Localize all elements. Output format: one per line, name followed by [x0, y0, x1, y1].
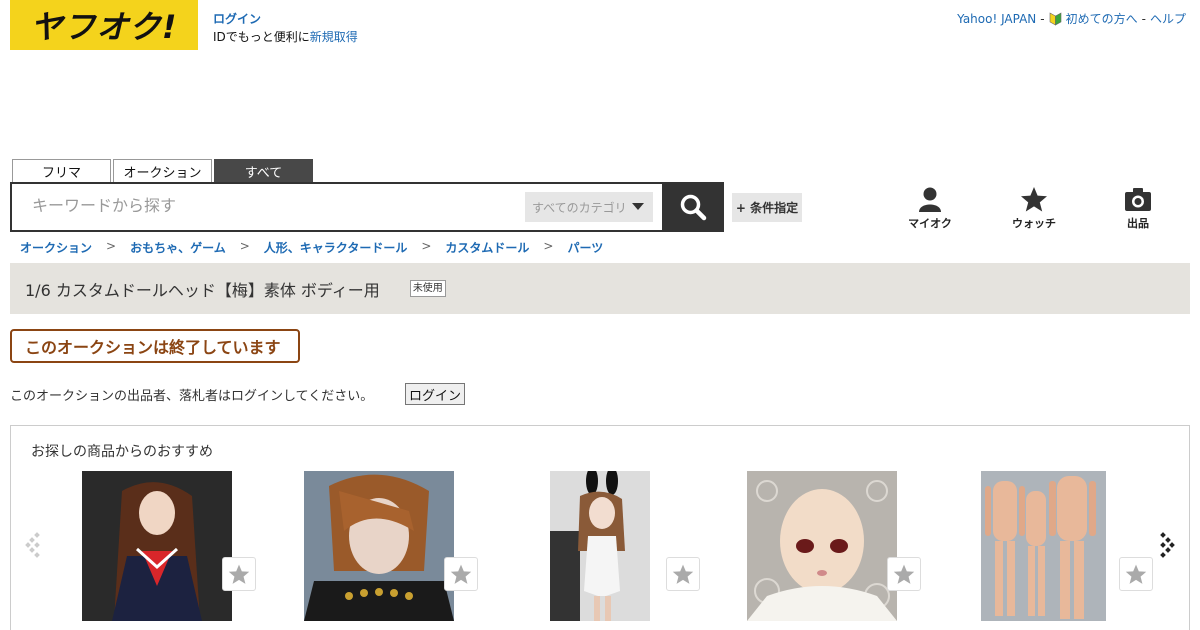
breadcrumb-separator: >	[239, 239, 250, 253]
breadcrumb-separator: >	[106, 239, 117, 253]
beginner-link[interactable]: 初めての方へ	[1066, 10, 1138, 27]
auction-ended-notice: このオークションは終了しています	[10, 329, 300, 363]
carousel-next-icon[interactable]	[1155, 530, 1175, 560]
search-icon	[680, 194, 707, 221]
search-box: すべてのカテゴリ	[10, 182, 664, 232]
watch-star-button[interactable]	[887, 557, 921, 591]
product-image-doll-bunny[interactable]	[550, 471, 650, 621]
login-link[interactable]: ログイン	[213, 10, 358, 28]
tab-auction[interactable]: オークション	[113, 159, 212, 182]
product-image-doll-brown-hair[interactable]	[304, 471, 454, 621]
top-links: Yahoo! JAPAN - 初めての方へ - ヘルプ	[957, 10, 1186, 27]
item-title: 1/6 カスタムドールヘッド【梅】素体 ボディー用	[25, 280, 380, 300]
product-image-doll-head-lace[interactable]	[747, 471, 897, 621]
help-link[interactable]: ヘルプ	[1150, 10, 1186, 27]
breadcrumb-item[interactable]: 人形、キャラクタードール	[264, 239, 408, 256]
watch-star-button[interactable]	[444, 557, 478, 591]
star-icon	[893, 564, 915, 584]
product-image-doll-bodies[interactable]	[981, 471, 1106, 621]
product-image-doll-sailor[interactable]	[82, 471, 232, 621]
breadcrumb-item[interactable]: オークション	[20, 239, 92, 256]
tab-all[interactable]: すべて	[214, 159, 313, 182]
nav-watch-label: ウォッチ	[1012, 217, 1056, 230]
nav-sell-label: 出品	[1127, 217, 1149, 230]
nav-myauc[interactable]: マイオク	[895, 186, 965, 231]
link-separator: -	[1040, 11, 1045, 26]
login-sub: IDでもっと便利に新規取得	[213, 28, 358, 46]
search-input[interactable]	[32, 196, 512, 215]
beginner-mark-icon	[1049, 11, 1061, 26]
condition-button[interactable]: + 条件指定	[732, 193, 802, 222]
breadcrumb-item[interactable]: おもちゃ、ゲーム	[130, 239, 226, 256]
search-button[interactable]	[662, 182, 724, 232]
watch-star-button[interactable]	[666, 557, 700, 591]
watch-star-button[interactable]	[222, 557, 256, 591]
breadcrumb-item[interactable]: カスタムドール	[445, 239, 529, 256]
user-icon	[919, 187, 941, 212]
star-icon	[450, 564, 472, 584]
nav-sell[interactable]: 出品	[1103, 186, 1173, 231]
breadcrumb-item[interactable]: パーツ	[567, 239, 603, 256]
recommendations-title: お探しの商品からのおすすめ	[31, 444, 213, 460]
category-select-label: すべてのカテゴリ	[532, 200, 627, 215]
condition-badge: 未使用	[409, 280, 446, 297]
item-title-bar: 1/6 カスタムドールヘッド【梅】素体 ボディー用 未使用	[10, 263, 1190, 314]
register-link[interactable]: 新規取得	[310, 30, 358, 44]
yafuoku-logo[interactable]: ヤフオク!	[10, 0, 198, 50]
link-separator: -	[1141, 11, 1146, 26]
category-select[interactable]: すべてのカテゴリ	[525, 192, 653, 222]
star-icon	[1125, 564, 1147, 584]
breadcrumb: オークション > おもちゃ、ゲーム > 人形、キャラクタードール > カスタムド…	[20, 239, 603, 256]
logo-text: ヤフオク!	[30, 8, 178, 46]
nav-myauc-label: マイオク	[908, 217, 952, 230]
watch-star-button[interactable]	[1119, 557, 1153, 591]
camera-icon	[1125, 188, 1151, 211]
star-icon	[1021, 187, 1047, 212]
breadcrumb-separator: >	[543, 239, 554, 253]
login-sub-text: IDでもっと便利に	[213, 30, 310, 44]
carousel-prev-icon[interactable]	[25, 530, 45, 560]
breadcrumb-separator: >	[421, 239, 432, 253]
tab-furima[interactable]: フリマ	[12, 159, 111, 182]
login-button[interactable]: ログイン	[405, 383, 466, 405]
recommendations-panel: お探しの商品からのおすすめ	[10, 425, 1190, 630]
star-icon	[228, 564, 250, 584]
caret-down-icon	[632, 203, 644, 210]
nav-watch[interactable]: ウォッチ	[999, 186, 1069, 231]
login-message: このオークションの出品者、落札者はログインしてください。	[10, 389, 374, 404]
yahoo-japan-link[interactable]: Yahoo! JAPAN	[957, 12, 1036, 26]
login-box: ログイン IDでもっと便利に新規取得	[213, 10, 358, 46]
star-icon	[672, 564, 694, 584]
search-tabs: フリマ オークション すべて	[12, 159, 313, 182]
